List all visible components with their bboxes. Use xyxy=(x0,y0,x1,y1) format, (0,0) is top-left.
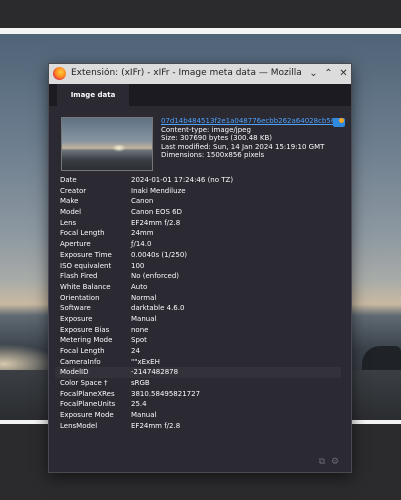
row-value: ""xExEH xyxy=(131,357,160,366)
row-key: FocalPlaneUnits xyxy=(60,400,116,409)
table-row: Software darktable 4.6.0 xyxy=(55,303,341,314)
row-key: Creator xyxy=(60,186,87,195)
image-thumbnail[interactable] xyxy=(61,117,153,171)
table-row: Creator Inaki Mendiluze xyxy=(55,186,341,197)
row-key: Aperture xyxy=(60,240,91,249)
row-value: Canon EOS 6D xyxy=(131,208,183,217)
window-titlebar[interactable]: Extensión: (xIFr) - xIFr - Image meta da… xyxy=(49,64,351,84)
row-value: 0.0040s (1/250) xyxy=(131,250,187,259)
row-value: 3810.58495821727 xyxy=(131,389,201,398)
row-key: Exposure Bias xyxy=(60,325,110,334)
table-row: ModelID -2147482878 xyxy=(55,367,341,379)
row-key: Focal Length xyxy=(60,229,105,238)
table-row: Exposure Manual xyxy=(55,314,341,325)
row-key: Orientation xyxy=(60,293,100,302)
row-key: Lens xyxy=(60,218,77,227)
table-row: Aperture ƒ/14.0 xyxy=(55,239,341,250)
firefox-icon xyxy=(53,67,66,80)
row-key: ModelID xyxy=(60,368,89,377)
row-key: Make xyxy=(60,197,79,206)
minimize-button[interactable]: ⌄ xyxy=(307,67,320,80)
row-value: 2024-01-01 17:24:46 (no TZ) xyxy=(131,176,234,184)
row-value: 24mm xyxy=(131,229,154,238)
table-row: Color Space † sRGB xyxy=(55,378,341,389)
window-title: Extensión: (xIFr) - xIFr - Image meta da… xyxy=(71,68,303,78)
tab-bar: Image data xyxy=(49,84,351,106)
table-row: LensModel EF24mm f/2.8 xyxy=(55,421,341,432)
table-row: Exposure Mode Manual xyxy=(55,410,341,421)
background-cliff xyxy=(362,346,401,370)
table-row: Exposure Bias none xyxy=(55,325,341,336)
row-key: Exposure xyxy=(60,314,93,323)
dimensions: Dimensions: 1500x856 pixels xyxy=(161,151,265,160)
table-row: Metering Mode Spot xyxy=(55,335,341,346)
row-value: Manual xyxy=(131,314,157,323)
table-row: Lens EF24mm f/2.8 xyxy=(55,218,341,229)
row-value: 100 xyxy=(131,261,145,270)
row-key: CameraInfo xyxy=(60,357,101,366)
last-modified: Last modified: Sun, 14 Jan 2024 15:19:10… xyxy=(161,142,325,151)
row-key: Flash Fired xyxy=(60,272,98,281)
maximize-button[interactable]: ⌃ xyxy=(322,67,335,80)
table-row: Date 2024-01-01 17:24:46 (no TZ) xyxy=(55,175,341,186)
row-value: Auto xyxy=(131,282,148,291)
table-row: Orientation Normal xyxy=(55,293,341,304)
table-row: White Balance Auto xyxy=(55,282,341,293)
row-key: Date xyxy=(60,176,77,184)
image-filename-link[interactable]: 07d14b484513f2e1a048776ecbb262a64028cb56… xyxy=(161,117,337,126)
tab-image-data[interactable]: Image data xyxy=(57,84,129,106)
gear-icon[interactable]: ⚙ xyxy=(330,457,340,467)
table-row: Exposure Time 0.0040s (1/250) xyxy=(55,250,341,261)
table-row: Make Canon xyxy=(55,196,341,207)
row-key: ISO equivalent xyxy=(60,261,112,270)
row-key: White Balance xyxy=(60,282,111,291)
content-type: Content-type: image/jpeg xyxy=(161,125,251,134)
row-value: 24 xyxy=(131,347,140,355)
background-top-bar xyxy=(0,0,401,28)
row-key: Color Space † xyxy=(60,379,108,388)
table-row: FocalPlaneUnits 25.4 xyxy=(55,399,341,410)
table-row: Flash Fired No (enforced) xyxy=(55,271,341,282)
row-key: FocalPlaneXRes xyxy=(60,389,115,398)
footer-icons: ⧉ ⚙ xyxy=(317,457,343,467)
row-key: Focal Length xyxy=(60,347,105,355)
row-value: ƒ/14.0 xyxy=(131,240,152,249)
row-value: Spot xyxy=(131,336,147,345)
row-value: darktable 4.6.0 xyxy=(131,304,185,313)
row-value: 25.4 xyxy=(131,400,147,409)
row-value: none xyxy=(131,325,149,334)
row-value: Normal xyxy=(131,293,157,302)
table-row: Focal Length 24 xyxy=(55,346,341,357)
table-row: Model Canon EOS 6D xyxy=(55,207,341,218)
warning-badge-icon xyxy=(339,118,344,123)
row-value: Manual xyxy=(131,411,157,420)
table-row: Focal Length 24mm xyxy=(55,228,341,239)
table-row: FocalPlaneXRes 3810.58495821727 xyxy=(55,389,341,400)
image-info: 07d14b484513f2e1a048776ecbb262a64028cb56… xyxy=(161,117,347,160)
close-button[interactable]: ✕ xyxy=(337,67,350,80)
row-value: sRGB xyxy=(131,379,150,388)
xifr-window: Extensión: (xIFr) - xIFr - Image meta da… xyxy=(48,63,352,473)
row-value: EF24mm f/2.8 xyxy=(131,218,181,227)
exif-table: Date 2024-01-01 17:24:46 (no TZ) Creator I… xyxy=(55,175,341,432)
row-key: Exposure Time xyxy=(60,250,112,259)
row-value: Canon xyxy=(131,197,154,206)
row-key: Model xyxy=(60,208,82,217)
row-key: LensModel xyxy=(60,421,98,430)
row-value: -2147482878 xyxy=(131,368,179,377)
copy-icon[interactable]: ⧉ xyxy=(317,457,327,467)
thumbnail-sun xyxy=(112,144,126,152)
file-size: Size: 307690 bytes (300.48 KB) xyxy=(161,134,272,143)
row-value: No (enforced) xyxy=(131,272,180,281)
table-row: CameraInfo ""xExEH xyxy=(55,357,341,368)
row-key: Metering Mode xyxy=(60,336,113,345)
table-row: ISO equivalent 100 xyxy=(55,261,341,272)
row-value: EF24mm f/2.8 xyxy=(131,421,181,430)
row-key: Software xyxy=(60,304,91,313)
row-key: Exposure Mode xyxy=(60,411,114,420)
row-value: Inaki Mendiluze xyxy=(131,186,186,195)
